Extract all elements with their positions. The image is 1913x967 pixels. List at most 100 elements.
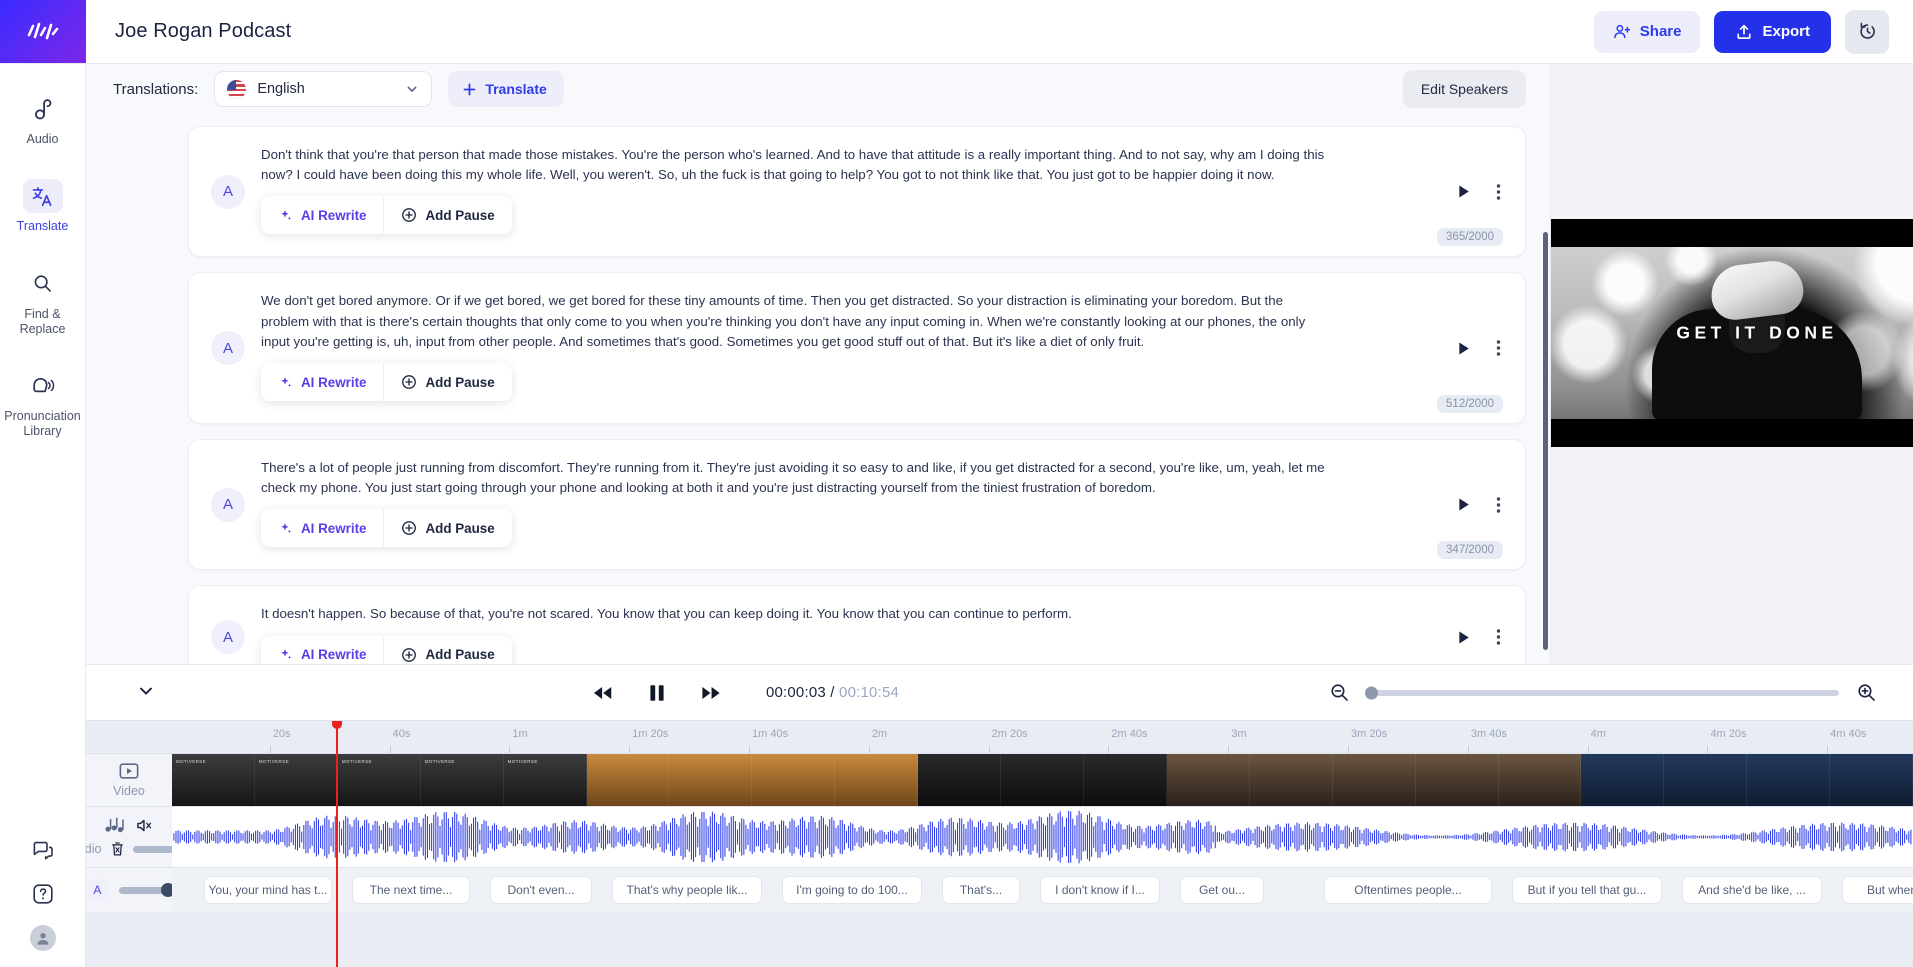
- add-pause-button[interactable]: Add Pause: [383, 635, 512, 664]
- transcript-segment[interactable]: A Don't think that you're that person th…: [188, 126, 1526, 258]
- transcript-segment[interactable]: A We don't get bored anymore. Or if we g…: [188, 272, 1526, 425]
- skip-back-button[interactable]: [588, 682, 618, 704]
- delete-audio-button[interactable]: [108, 839, 127, 859]
- video-thumbnail[interactable]: [1001, 754, 1084, 806]
- video-thumbnail[interactable]: [1415, 754, 1499, 806]
- video-thumbnail[interactable]: [1332, 754, 1416, 806]
- subtitle-chip[interactable]: Don't even...: [490, 876, 592, 904]
- audio-waveform[interactable]: [172, 807, 1913, 867]
- segment-play-button[interactable]: [1453, 338, 1474, 359]
- ai-rewrite-button[interactable]: AI Rewrite: [261, 196, 384, 235]
- video-thumbnail[interactable]: [669, 754, 753, 806]
- subtitle-chip[interactable]: And she'd be like, ...: [1682, 876, 1822, 904]
- subtitle-chip[interactable]: I don't know if I...: [1040, 876, 1160, 904]
- sidebar-item-pronunciation-library[interactable]: Pronunciation Library: [4, 359, 82, 448]
- subtitle-chip[interactable]: Get ou...: [1180, 876, 1264, 904]
- video-thumbnail[interactable]: [1498, 754, 1582, 806]
- timeline[interactable]: 20s 40s 1m 1m 20s 1m 40s 2m 2m 20s 2m 40s 3m 3m 2…: [86, 720, 1913, 967]
- video-thumbnail[interactable]: [586, 754, 670, 806]
- video-thumbnail[interactable]: MOTIVERSE: [254, 754, 338, 806]
- video-thumbnail[interactable]: MOTIVERSE: [337, 754, 421, 806]
- timeline-ruler[interactable]: 20s 40s 1m 1m 20s 1m 40s 2m 2m 20s 2m 40s 3m 3m 2…: [172, 721, 1913, 753]
- video-thumbnail[interactable]: [1083, 754, 1167, 806]
- video-thumbnail[interactable]: MOTIVERSE: [420, 754, 504, 806]
- track-video[interactable]: Video MOTIVERSE MOTIVERSE MOTIVERSE MOTIVER…: [86, 753, 1913, 806]
- segment-play-button[interactable]: [1453, 627, 1474, 648]
- track-body-video[interactable]: MOTIVERSE MOTIVERSE MOTIVERSE MOTIVERSE MOTI…: [172, 754, 1913, 806]
- segment-menu-button[interactable]: [1494, 626, 1503, 648]
- zoom-slider-knob[interactable]: [1365, 686, 1378, 699]
- more-vertical-icon: [1496, 629, 1501, 645]
- subtitle-chip[interactable]: That's why people lik...: [612, 876, 762, 904]
- playhead[interactable]: [332, 721, 342, 967]
- ai-rewrite-button[interactable]: AI Rewrite: [261, 363, 384, 402]
- version-history-button[interactable]: [1845, 9, 1889, 54]
- segment-text[interactable]: There's a lot of people just running fro…: [261, 458, 1411, 498]
- translate-button[interactable]: Translate: [448, 71, 564, 107]
- pause-button[interactable]: [644, 681, 670, 705]
- language-select[interactable]: English: [214, 71, 433, 107]
- subtitle-chip[interactable]: But if you tell that gu...: [1512, 876, 1662, 904]
- track-body-audio[interactable]: [172, 807, 1913, 867]
- transcript-segment[interactable]: A It doesn't happen. So because of that,…: [188, 585, 1526, 664]
- video-thumbnail[interactable]: MOTIVERSE: [172, 754, 255, 806]
- segment-text[interactable]: Don't think that you're that person that…: [261, 145, 1411, 185]
- video-thumbnail-strip[interactable]: MOTIVERSE MOTIVERSE MOTIVERSE MOTIVERSE MOTI…: [172, 754, 1913, 806]
- add-pause-button[interactable]: Add Pause: [383, 509, 512, 548]
- help-icon-button[interactable]: [30, 881, 56, 907]
- transcript-segment[interactable]: A There's a lot of people just running f…: [188, 439, 1526, 571]
- mute-audio-button[interactable]: [134, 816, 155, 835]
- add-pause-label: Add Pause: [425, 647, 495, 663]
- zoom-out-button[interactable]: [1325, 680, 1354, 705]
- ai-rewrite-button[interactable]: AI Rewrite: [261, 635, 384, 664]
- track-body-speaker[interactable]: You, your mind has t... The next time... D…: [172, 868, 1913, 912]
- ai-rewrite-button[interactable]: AI Rewrite: [261, 509, 384, 548]
- video-thumbnail[interactable]: [918, 754, 1002, 806]
- segment-text[interactable]: It doesn't happen. So because of that, y…: [261, 604, 1411, 624]
- track-audio[interactable]: Audio: [86, 806, 1913, 867]
- video-thumbnail[interactable]: [1664, 754, 1748, 806]
- segment-menu-button[interactable]: [1494, 337, 1503, 359]
- segment-text[interactable]: We don't get bored anymore. Or if we get…: [261, 291, 1411, 352]
- video-thumbnail[interactable]: [1830, 754, 1913, 806]
- share-button[interactable]: Share: [1593, 10, 1701, 53]
- sidebar-item-translate[interactable]: Translate: [4, 169, 82, 242]
- add-pause-button[interactable]: Add Pause: [383, 363, 512, 402]
- add-pause-button[interactable]: Add Pause: [383, 196, 512, 235]
- video-preview[interactable]: GET IT DONE: [1551, 219, 1913, 447]
- video-thumbnail[interactable]: [1581, 754, 1665, 806]
- edit-speakers-button[interactable]: Edit Speakers: [1402, 70, 1526, 108]
- transcript-scroll-area[interactable]: A Don't think that you're that person th…: [86, 114, 1550, 664]
- track-speaker[interactable]: A You, your mind has t... The next time..…: [86, 867, 1913, 912]
- subtitle-chip-track[interactable]: You, your mind has t... The next time... D…: [172, 868, 1913, 912]
- segment-menu-button[interactable]: [1494, 181, 1503, 203]
- app-logo[interactable]: [0, 0, 86, 63]
- subtitle-chip[interactable]: I'm going to do 100...: [782, 876, 922, 904]
- zoom-in-button[interactable]: [1852, 680, 1881, 705]
- timeline-zoom-slider[interactable]: [1365, 686, 1839, 699]
- sidebar-item-audio[interactable]: Audio: [4, 82, 82, 155]
- segment-menu-button[interactable]: [1494, 494, 1503, 516]
- video-thumbnail[interactable]: [752, 754, 836, 806]
- ruler-tick-mark: [1587, 746, 1589, 753]
- subtitle-chip[interactable]: The next time...: [352, 876, 470, 904]
- transcript-scrollbar[interactable]: [1543, 232, 1548, 650]
- subtitle-chip[interactable]: You, your mind has t...: [204, 876, 332, 904]
- export-button[interactable]: Export: [1714, 10, 1831, 53]
- avatar[interactable]: [30, 925, 56, 951]
- sidebar-item-find-replace[interactable]: Find & Replace: [4, 257, 82, 346]
- video-thumbnail[interactable]: MOTIVERSE: [503, 754, 587, 806]
- video-thumbnail[interactable]: [1747, 754, 1831, 806]
- chat-bubbles-icon-button[interactable]: [30, 838, 56, 863]
- video-thumbnail[interactable]: [1249, 754, 1333, 806]
- segment-play-button[interactable]: [1453, 494, 1474, 515]
- subtitle-chip[interactable]: But when...: [1842, 876, 1913, 904]
- subtitle-chip[interactable]: That's...: [942, 876, 1020, 904]
- skip-forward-button[interactable]: [696, 682, 726, 704]
- segment-play-button[interactable]: [1453, 181, 1474, 202]
- speaker-volume-slider[interactable]: [118, 883, 175, 897]
- video-thumbnail[interactable]: [1166, 754, 1250, 806]
- collapse-timeline-button[interactable]: [130, 675, 162, 710]
- subtitle-chip[interactable]: Oftentimes people...: [1324, 876, 1492, 904]
- video-thumbnail[interactable]: [835, 754, 919, 806]
